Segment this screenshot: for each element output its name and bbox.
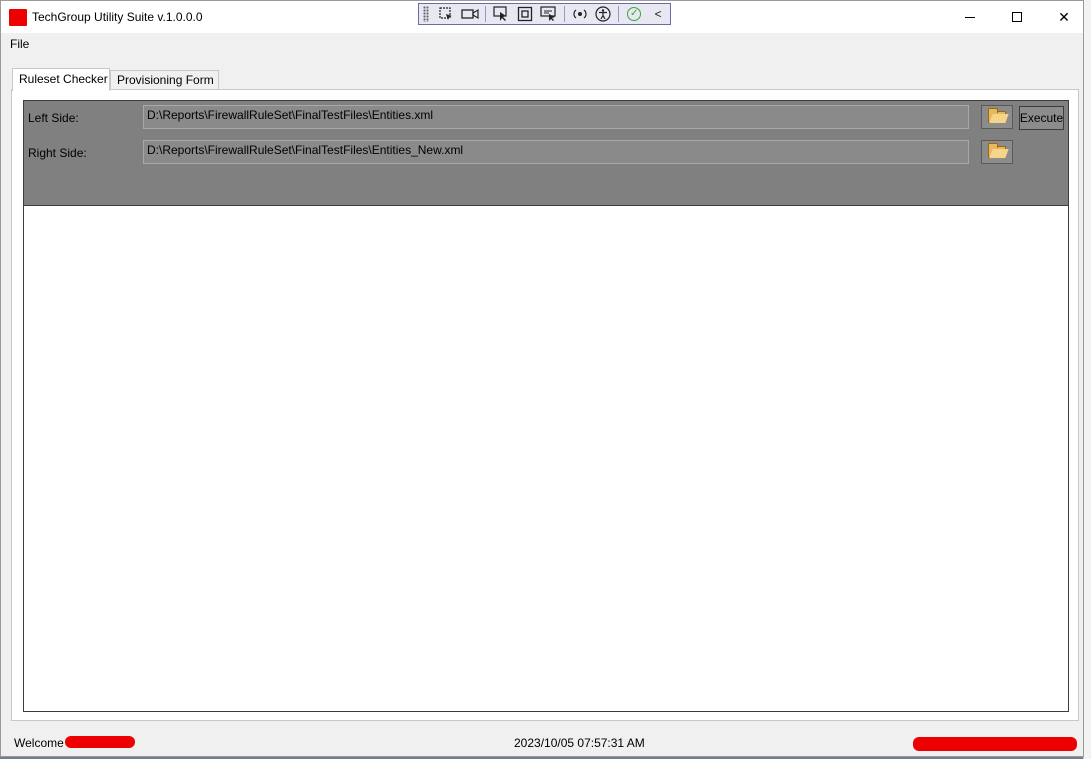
tab-panel-ruleset-checker: Left Side: D:\Reports\FirewallRuleSet\Fi… [11,89,1079,721]
select-element-icon [439,7,453,20]
menu-bar: File [1,33,1083,55]
accessibility-button[interactable] [592,4,616,24]
toolbar-separator [485,6,487,22]
record-icon [461,8,479,20]
toolbar-separator [618,6,620,22]
record-button[interactable] [458,4,482,24]
track-element-icon [517,6,533,22]
grip-icon[interactable] [423,6,429,22]
background-window-edge [1083,0,1091,759]
tab-ruleset-checker[interactable]: Ruleset Checker [12,68,110,91]
close-button[interactable]: ✕ [1041,1,1087,33]
display-layout-icon [540,6,556,21]
app-icon [9,9,27,26]
select-element-button[interactable] [435,4,459,24]
redacted-username [65,736,135,748]
welcome-label: Welcome [14,736,64,750]
maximize-button[interactable] [994,1,1040,33]
pointer-icon [493,6,507,21]
right-browse-button[interactable] [981,140,1013,164]
file-selection-panel: Left Side: D:\Reports\FirewallRuleSet\Fi… [24,101,1068,206]
folder-open-icon [988,108,1006,123]
close-icon: ✕ [1058,8,1070,25]
left-side-path-field[interactable]: D:\Reports\FirewallRuleSet\FinalTestFile… [143,105,969,129]
display-layout-button[interactable] [537,4,561,24]
tab-provisioning-form[interactable]: Provisioning Form [110,70,219,90]
debug-toolbar: ✓ < [418,3,671,25]
toolbar-separator [563,6,565,22]
hot-reload-icon [573,9,587,19]
maximize-icon [1012,12,1022,22]
check-button[interactable]: ✓ [622,4,646,24]
menu-file[interactable]: File [10,37,29,51]
folder-open-icon [988,143,1006,158]
hot-reload-button[interactable] [568,4,592,24]
redacted-status-info [913,737,1077,751]
collapse-icon: < [654,7,662,21]
track-element-button[interactable] [513,4,537,24]
accessibility-icon [595,6,612,22]
execute-button[interactable]: Execute [1019,106,1064,130]
window-title: TechGroup Utility Suite v.1.0.0.0 [32,10,203,24]
status-timestamp: 2023/10/05 07:57:31 AM [514,736,645,750]
status-bar: Welcome 2023/10/05 07:57:31 AM [1,730,1083,756]
check-icon: ✓ [627,7,642,21]
minimize-button[interactable] [947,1,993,33]
right-side-label: Right Side: [28,146,87,160]
left-browse-button[interactable] [981,105,1013,129]
pointer-button[interactable] [489,4,513,24]
app-window: TechGroup Utility Suite v.1.0.0.0 ✕ ✓ < … [0,0,1084,757]
minimize-icon [965,16,975,18]
ruleset-content-frame: Left Side: D:\Reports\FirewallRuleSet\Fi… [23,100,1069,712]
left-side-label: Left Side: [28,111,79,125]
collapse-toolbar-button[interactable]: < [646,4,670,24]
right-side-path-field[interactable]: D:\Reports\FirewallRuleSet\FinalTestFile… [143,140,969,164]
